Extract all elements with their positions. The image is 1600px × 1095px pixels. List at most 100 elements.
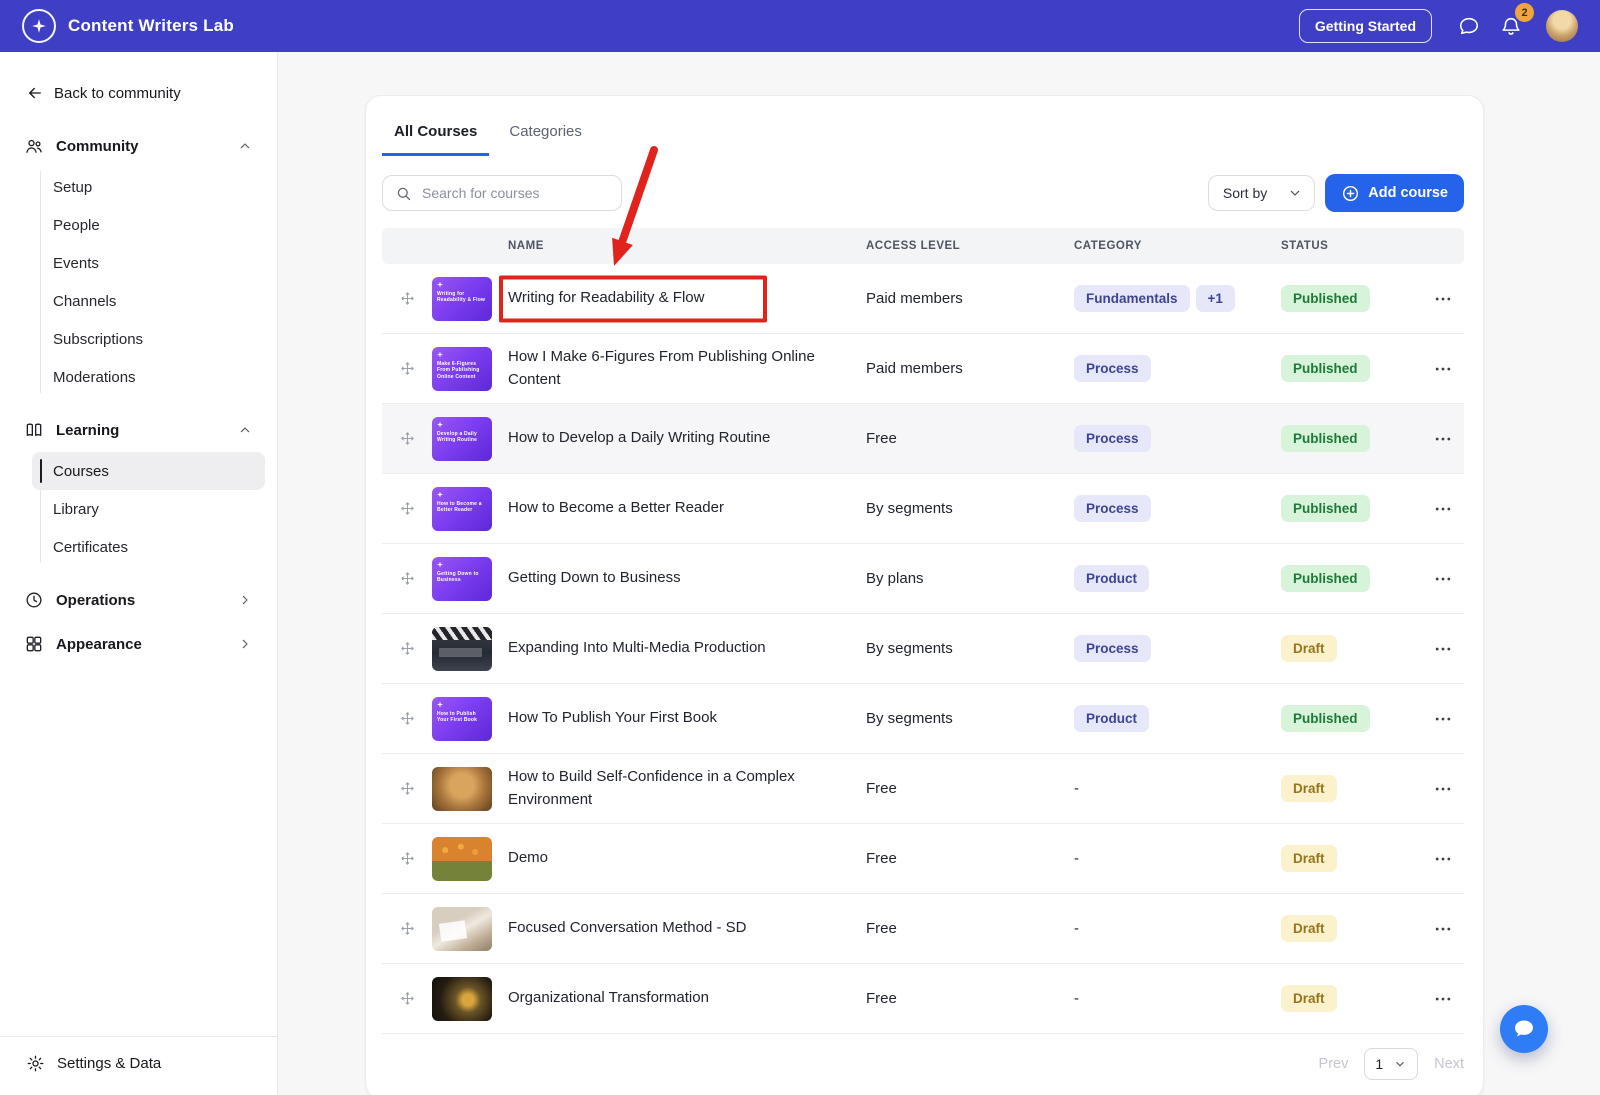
row-actions-button[interactable]: [1421, 499, 1464, 519]
sidebar-item-moderations[interactable]: Moderations: [32, 358, 265, 396]
course-name[interactable]: Organizational Transformation: [508, 987, 866, 1010]
course-thumbnail: How to Publish Your First Book: [432, 696, 492, 741]
table-row[interactable]: Develop a Daily Writing Routine How to De…: [382, 404, 1464, 474]
course-name[interactable]: How To Publish Your First Book: [508, 707, 866, 730]
category-empty: -: [1074, 780, 1079, 797]
sidebar-section-operations[interactable]: Operations: [12, 580, 265, 620]
main-content: All CoursesCategories Sort by: [278, 52, 1600, 1095]
chat-widget-button[interactable]: [1500, 1005, 1548, 1053]
access-level: Paid members: [866, 290, 963, 307]
course-name[interactable]: How to Build Self-Confidence in a Comple…: [508, 766, 866, 811]
row-actions-button[interactable]: [1421, 919, 1464, 939]
sidebar-item-setup[interactable]: Setup: [32, 168, 265, 206]
table-row[interactable]: How to Become a Better Reader How to Beco…: [382, 474, 1464, 544]
sidebar-item-courses[interactable]: Courses: [32, 452, 265, 490]
table-row[interactable]: How to Publish Your First Book How To Pub…: [382, 684, 1464, 754]
drag-handle-icon[interactable]: [382, 711, 432, 726]
search-input[interactable]: [420, 184, 621, 202]
add-course-button[interactable]: Add course: [1325, 174, 1464, 212]
access-level: Free: [866, 430, 897, 447]
courses-card: All CoursesCategories Sort by: [365, 95, 1484, 1095]
sidebar-section-appearance[interactable]: Appearance: [12, 624, 265, 664]
sidebar-item-channels[interactable]: Channels: [32, 282, 265, 320]
category-chip: Product: [1074, 705, 1150, 732]
table-header: NAME ACCESS LEVEL CATEGORY STATUS: [382, 228, 1464, 264]
row-actions-button[interactable]: [1421, 429, 1464, 449]
row-actions-button[interactable]: [1421, 639, 1464, 659]
status-badge: Draft: [1281, 775, 1337, 802]
course-name[interactable]: How to Become a Better Reader: [508, 497, 866, 520]
sidebar-sections: Community Setup People Events Channels Subscr…: [0, 102, 277, 1036]
tab-all-courses[interactable]: All Courses: [382, 114, 490, 156]
notifications-bell-icon[interactable]: 2: [1496, 3, 1534, 41]
prev-page-button[interactable]: Prev: [1319, 1056, 1349, 1072]
category-chip: Process: [1074, 635, 1151, 662]
row-actions-button[interactable]: [1421, 779, 1464, 799]
drag-handle-icon[interactable]: [382, 291, 432, 306]
getting-started-button[interactable]: Getting Started: [1298, 9, 1432, 43]
row-actions-button[interactable]: [1421, 709, 1464, 729]
sidebar-section-learning[interactable]: Learning: [12, 410, 265, 450]
user-avatar[interactable]: [1546, 10, 1578, 42]
status-badge: Published: [1281, 355, 1370, 382]
row-actions-button[interactable]: [1421, 289, 1464, 309]
course-name[interactable]: Getting Down to Business: [508, 567, 866, 590]
drag-handle-icon[interactable]: [382, 921, 432, 936]
row-actions-button[interactable]: [1421, 849, 1464, 869]
sidebar-section-community[interactable]: Community: [12, 126, 265, 166]
sidebar-item-library[interactable]: Library: [32, 490, 265, 528]
course-name[interactable]: How I Make 6-Figures From Publishing Onl…: [508, 346, 866, 391]
course-name[interactable]: Demo: [508, 847, 866, 870]
drag-handle-icon[interactable]: [382, 991, 432, 1006]
course-name[interactable]: Focused Conversation Method - SD: [508, 917, 866, 940]
app-logo-icon[interactable]: [22, 9, 56, 43]
add-course-label: Add course: [1368, 185, 1448, 201]
table-row[interactable]: Expanding Into Multi-Media Production By …: [382, 614, 1464, 684]
access-level: Free: [866, 920, 897, 937]
row-actions-button[interactable]: [1421, 989, 1464, 1009]
column-header-access-level: ACCESS LEVEL: [866, 240, 961, 252]
status-badge: Draft: [1281, 985, 1337, 1012]
drag-handle-icon[interactable]: [382, 361, 432, 376]
drag-handle-icon[interactable]: [382, 851, 432, 866]
sidebar-section-label: Community: [56, 137, 139, 155]
access-level: By segments: [866, 500, 953, 517]
table-row[interactable]: Make 6-Figures From Publishing Online Co…: [382, 334, 1464, 404]
table-row[interactable]: Writing for Readability & Flow Writing fo…: [382, 264, 1464, 334]
table-row[interactable]: How to Build Self-Confidence in a Comple…: [382, 754, 1464, 824]
sidebar-item-subscriptions[interactable]: Subscriptions: [32, 320, 265, 358]
table-row[interactable]: Demo Free - Draft: [382, 824, 1464, 894]
gear-icon: [26, 1054, 45, 1073]
sidebar-item-people[interactable]: People: [32, 206, 265, 244]
drag-handle-icon[interactable]: [382, 501, 432, 516]
tab-categories[interactable]: Categories: [497, 114, 594, 156]
page-select[interactable]: 1: [1364, 1048, 1419, 1080]
table-row[interactable]: Focused Conversation Method - SD Free - Dra…: [382, 894, 1464, 964]
back-to-community-link[interactable]: Back to community: [0, 52, 277, 102]
row-actions-button[interactable]: [1421, 359, 1464, 379]
sidebar-item-events[interactable]: Events: [32, 244, 265, 282]
course-name[interactable]: Writing for Readability & Flow: [499, 275, 866, 322]
drag-handle-icon[interactable]: [382, 641, 432, 656]
course-search[interactable]: [382, 175, 622, 211]
sparkle-icon: [437, 281, 443, 288]
drag-handle-icon[interactable]: [382, 431, 432, 446]
next-page-button[interactable]: Next: [1434, 1056, 1464, 1072]
sparkle-icon: [437, 701, 443, 708]
row-actions-button[interactable]: [1421, 569, 1464, 589]
access-level: Free: [866, 780, 897, 797]
table-row[interactable]: Organizational Transformation Free - Draft: [382, 964, 1464, 1034]
sidebar-item-certificates[interactable]: Certificates: [32, 528, 265, 566]
drag-handle-icon[interactable]: [382, 571, 432, 586]
chevron-right-icon: [237, 592, 253, 608]
plus-circle-icon: [1341, 184, 1360, 203]
drag-handle-icon[interactable]: [382, 781, 432, 796]
course-name[interactable]: How to Develop a Daily Writing Routine: [508, 427, 866, 450]
appearance-icon: [24, 634, 44, 654]
settings-and-data-link[interactable]: Settings & Data: [0, 1036, 277, 1095]
sidebar-section-label: Learning: [56, 421, 120, 439]
sort-by-dropdown[interactable]: Sort by: [1207, 175, 1316, 211]
course-name[interactable]: Expanding Into Multi-Media Production: [508, 637, 866, 660]
messages-icon[interactable]: [1454, 11, 1484, 41]
table-row[interactable]: Getting Down to Business Getting Down to …: [382, 544, 1464, 614]
